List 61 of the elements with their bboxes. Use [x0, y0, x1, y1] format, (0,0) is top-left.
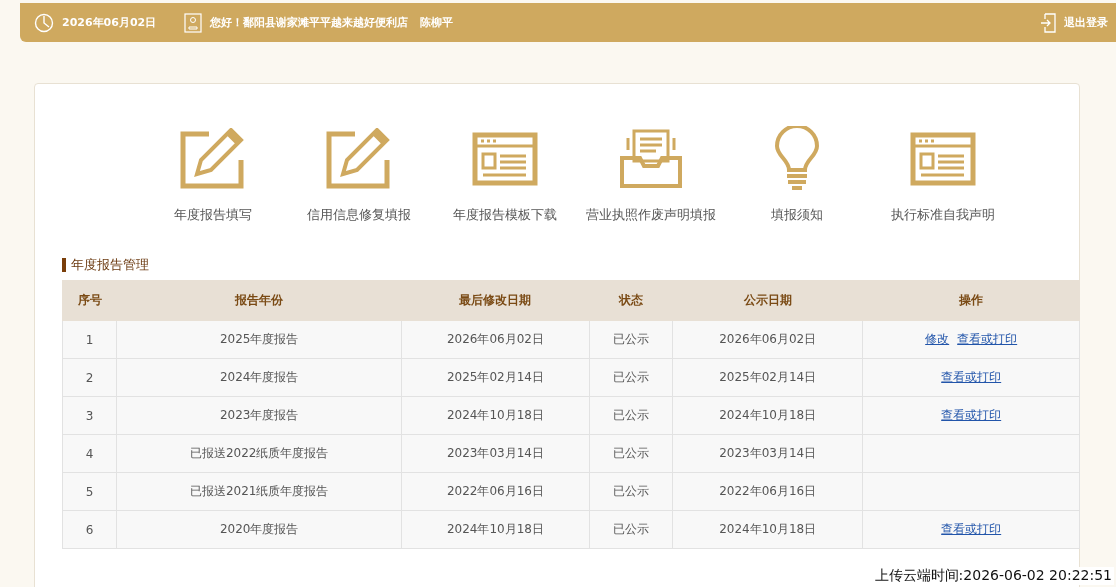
table-cell: 2022年06月16日: [401, 472, 590, 511]
table-cell: 2024年10月18日: [672, 396, 863, 435]
action-link[interactable]: 查看或打印: [941, 408, 1002, 422]
table-cell: 2024年度报告: [116, 358, 402, 397]
action-link[interactable]: 查看或打印: [957, 332, 1018, 346]
table-cell: 2020年度报告: [116, 510, 402, 549]
table-cell: 2025年02月14日: [401, 358, 590, 397]
form-window-icon: [910, 132, 976, 186]
shortcut-link[interactable]: 年度报告填写: [140, 126, 286, 224]
table-cell: 2022年06月16日: [672, 472, 863, 511]
section-title: 年度报告管理: [62, 258, 1079, 272]
table-cell: 2023年03月14日: [672, 434, 863, 473]
shortcut-link[interactable]: 填报须知: [724, 126, 870, 224]
user-name: 陈柳平: [420, 15, 454, 30]
column-header: 操作: [862, 280, 1080, 321]
table-cell: 2025年度报告: [116, 320, 402, 359]
table-cell: 2025年02月14日: [672, 358, 863, 397]
lightbulb-icon: [774, 126, 820, 192]
column-header: 状态: [589, 280, 673, 321]
table-cell: 6: [62, 510, 117, 549]
table-cell: 已公示: [589, 320, 673, 359]
table-cell: 2024年10月18日: [672, 510, 863, 549]
table-cell: 4: [62, 434, 117, 473]
action-link[interactable]: 查看或打印: [941, 370, 1002, 384]
inbox-tray-icon: [618, 128, 684, 190]
column-header: 序号: [62, 280, 117, 321]
table-cell: 已公示: [589, 434, 673, 473]
table-cell: 已报送2022纸质年度报告: [116, 434, 402, 473]
shortcut-link[interactable]: 年度报告模板下载: [432, 126, 578, 224]
table-cell: 3: [62, 396, 117, 435]
table-cell: 1: [62, 320, 117, 359]
table-cell: 已公示: [589, 358, 673, 397]
table-cell: 2024年10月18日: [401, 396, 590, 435]
column-header: 最后修改日期: [401, 280, 590, 321]
table-cell: 2023年03月14日: [401, 434, 590, 473]
table-cell: 2024年10月18日: [401, 510, 590, 549]
pencil-icon: [325, 128, 393, 190]
table-cell: 2026年06月02日: [672, 320, 863, 359]
action-link[interactable]: 修改: [925, 332, 950, 346]
upload-time-text: 上传云端时间:2026-06-02 20:22:51: [872, 567, 1114, 585]
greeting-text: 您好！鄱阳县谢家滩平平越来越好便利店: [210, 15, 409, 30]
date-text: 2026年06月02日: [62, 15, 157, 30]
table-cell: 已公示: [589, 472, 673, 511]
shortcut-link[interactable]: 信用信息修复填报: [286, 126, 432, 224]
table-cell: 已公示: [589, 510, 673, 549]
clock-icon: [34, 12, 54, 33]
table-cell: 2: [62, 358, 117, 397]
pencil-icon: [179, 128, 247, 190]
table-cell: 已报送2021纸质年度报告: [116, 472, 402, 511]
table-cell: 已公示: [589, 396, 673, 435]
column-header: 报告年份: [116, 280, 402, 321]
table-cell: 5: [62, 472, 117, 511]
form-window-icon: [472, 132, 538, 186]
shortcut-link[interactable]: 营业执照作废声明填报: [578, 126, 724, 224]
column-header: 公示日期: [672, 280, 863, 321]
action-link[interactable]: 查看或打印: [941, 522, 1002, 536]
logout-icon: [1040, 12, 1056, 33]
shortcut-link[interactable]: 执行标准自我声明: [870, 126, 1016, 224]
user-card-icon: [184, 12, 203, 33]
table-cell: 2023年度报告: [116, 396, 402, 435]
table-cell: 2026年06月02日: [401, 320, 590, 359]
